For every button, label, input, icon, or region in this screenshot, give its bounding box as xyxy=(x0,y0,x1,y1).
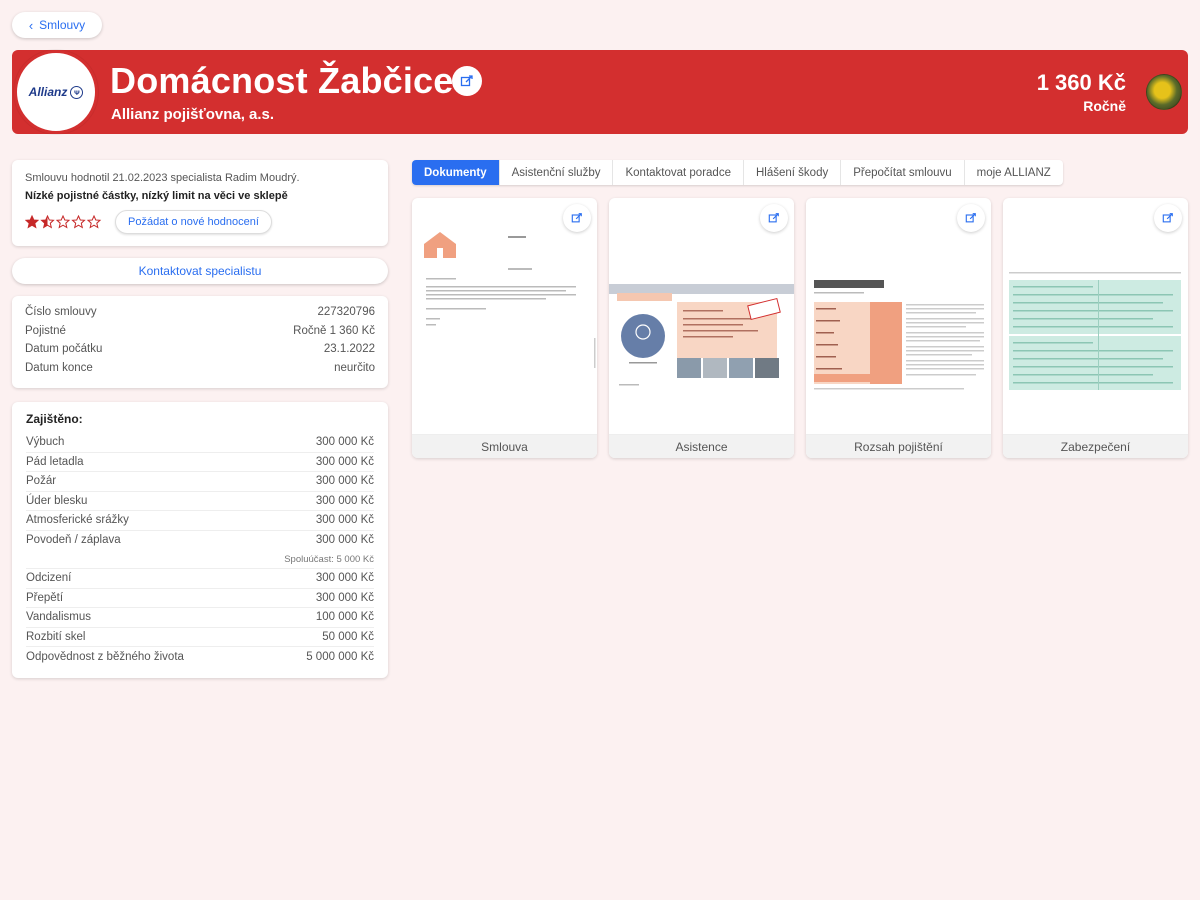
document-preview xyxy=(609,284,794,386)
coverage-label: Úder blesku xyxy=(26,494,88,507)
external-link-icon xyxy=(571,213,582,223)
page-title: Domácnost Žabčice xyxy=(110,60,454,101)
coverage-row: Vandalismus 100 000 Kč xyxy=(26,608,374,628)
coverage-row: Úder blesku 300 000 Kč xyxy=(26,492,374,511)
coverage-label: Rozbití skel xyxy=(26,630,86,643)
info-label: Datum počátku xyxy=(25,343,103,355)
back-button[interactable]: ‹ Smlouvy xyxy=(12,12,102,38)
coverage-label: Přepětí xyxy=(26,591,64,604)
document-card-coverage-scope[interactable]: Rozsah pojištění xyxy=(806,198,991,458)
logo-text: Allianz xyxy=(28,85,68,99)
open-document-button[interactable] xyxy=(957,204,985,232)
contact-specialist-button[interactable]: Kontaktovat specialistu xyxy=(12,258,388,284)
coverage-row: Přepětí 300 000 Kč xyxy=(26,589,374,608)
coverage-label: Požár xyxy=(26,475,57,488)
coverage-value: 300 000 Kč xyxy=(315,455,374,468)
info-value: 23.1.2022 xyxy=(323,343,375,355)
stars-icon xyxy=(25,215,102,229)
coverage-label: Pád letadla xyxy=(26,455,84,468)
coverage-value: 50 000 Kč xyxy=(322,630,374,643)
tab-contact-advisor[interactable]: Kontaktovat poradce xyxy=(613,160,744,185)
coverage-row: Atmosferické srážky 300 000 Kč xyxy=(26,511,374,531)
document-preview xyxy=(814,280,984,390)
contract-info-card: Číslo smlouvy 227320796 Pojistné Ročně 1 3… xyxy=(12,296,388,388)
deductible-note: Spoluúčast: 5 000 Kč xyxy=(26,550,374,569)
info-row: Pojistné Ročně 1 360 Kč xyxy=(25,325,375,344)
info-row: Číslo smlouvy 227320796 xyxy=(25,306,375,325)
info-label: Datum konce xyxy=(25,361,93,374)
request-rating-button[interactable]: Požádat o nové hodnocení xyxy=(115,210,272,234)
coverage-label: Atmosferické srážky xyxy=(26,514,129,527)
insurer-logo: Allianz ᴪ xyxy=(14,50,98,134)
edit-icon xyxy=(460,75,473,87)
coverage-value: 300 000 Kč xyxy=(315,534,374,547)
info-value: neurčito xyxy=(334,361,375,374)
star-rating xyxy=(25,215,103,229)
external-link-icon xyxy=(1162,213,1173,223)
coverage-label: Výbuch xyxy=(26,436,65,449)
coverage-label: Odpovědnost z běžného života xyxy=(26,650,184,663)
external-link-icon xyxy=(768,213,779,223)
coverage-value: 300 000 Kč xyxy=(315,436,374,449)
tab-bar: Dokumenty Asistenční služby Kontaktovat … xyxy=(412,160,1063,185)
open-document-button[interactable] xyxy=(563,204,591,232)
coverage-value: 300 000 Kč xyxy=(315,514,374,527)
coverage-label: Vandalismus xyxy=(26,611,91,624)
avatar[interactable] xyxy=(1146,74,1182,110)
document-card-assistance[interactable]: Asistence xyxy=(609,198,794,458)
rating-card: Smlouvu hodnotil 21.02.2023 specialista … xyxy=(12,160,388,246)
coverage-value: 100 000 Kč xyxy=(315,611,374,624)
info-label: Číslo smlouvy xyxy=(25,306,97,318)
coverage-card: Zajištěno: Výbuch 300 000 Kč Pád letadla 3… xyxy=(12,402,388,678)
coverage-title: Zajištěno: xyxy=(26,412,83,426)
tab-assistance[interactable]: Asistenční služby xyxy=(500,160,614,185)
coverage-value: 300 000 Kč xyxy=(315,494,374,507)
coverage-row: Rozbití skel 50 000 Kč xyxy=(26,628,374,647)
document-preview xyxy=(424,232,596,368)
coverage-label: Odcizení xyxy=(26,572,72,585)
tab-recalculate[interactable]: Přepočítat smlouvu xyxy=(841,160,965,185)
rating-text: Smlouvu hodnotil 21.02.2023 specialista … xyxy=(25,172,300,184)
tab-damage-report[interactable]: Hlášení škody xyxy=(744,160,842,185)
contract-header: Allianz ᴪ Domácnost Žabčice Allianz poji… xyxy=(12,50,1188,134)
coverage-value: 300 000 Kč xyxy=(315,475,374,488)
document-label: Rozsah pojištění xyxy=(806,434,991,458)
coverage-value: 300 000 Kč xyxy=(315,572,374,585)
open-document-button[interactable] xyxy=(760,204,788,232)
external-link-icon xyxy=(965,213,976,223)
document-list: Smlouva Asistence Rozsah pojištění Zabez… xyxy=(412,198,1188,458)
document-card-security[interactable]: Zabezpečení xyxy=(1003,198,1188,458)
info-label: Pojistné xyxy=(25,324,66,337)
document-card-contract[interactable]: Smlouva xyxy=(412,198,597,458)
coverage-value: 5 000 000 Kč xyxy=(306,650,374,663)
document-label: Zabezpečení xyxy=(1003,434,1188,458)
coverage-row: Výbuch 300 000 Kč xyxy=(26,433,374,453)
coverage-value: 300 000 Kč xyxy=(315,591,374,604)
coverage-label: Povodeň / záplava xyxy=(26,534,121,547)
info-value: Ročně 1 360 Kč xyxy=(293,324,375,337)
document-preview xyxy=(1009,272,1181,390)
tab-my-allianz[interactable]: moje ALLIANZ xyxy=(965,160,1063,185)
document-label: Asistence xyxy=(609,434,794,458)
back-label: Smlouvy xyxy=(39,18,86,32)
open-document-button[interactable] xyxy=(1154,204,1182,232)
allianz-eagle-icon: ᴪ xyxy=(70,85,84,99)
coverage-row: Požár 300 000 Kč xyxy=(26,472,374,492)
coverage-row: Povodeň / záplava 300 000 Kč xyxy=(26,531,374,551)
chevron-left-icon: ‹ xyxy=(28,17,34,33)
insurer-name: Allianz pojišťovna, a.s. xyxy=(111,106,275,123)
edit-title-button[interactable] xyxy=(452,66,482,96)
info-row: Datum počátku 23.1.2022 xyxy=(25,343,375,362)
coverage-row: Odpovědnost z běžného života 5 000 000 Kč xyxy=(26,647,374,667)
premium-period: Ročně xyxy=(1083,98,1126,114)
info-row: Datum konce neurčito xyxy=(25,362,375,381)
info-value: 227320796 xyxy=(317,306,375,318)
rating-summary: Nízké pojistné částky, nízký limit na vě… xyxy=(25,190,288,202)
premium-amount: 1 360 Kč xyxy=(1036,70,1126,95)
coverage-row: Pád letadla 300 000 Kč xyxy=(26,453,374,472)
tab-documents[interactable]: Dokumenty xyxy=(412,160,500,185)
coverage-row: Odcizení 300 000 Kč xyxy=(26,569,374,589)
document-label: Smlouva xyxy=(412,434,597,458)
